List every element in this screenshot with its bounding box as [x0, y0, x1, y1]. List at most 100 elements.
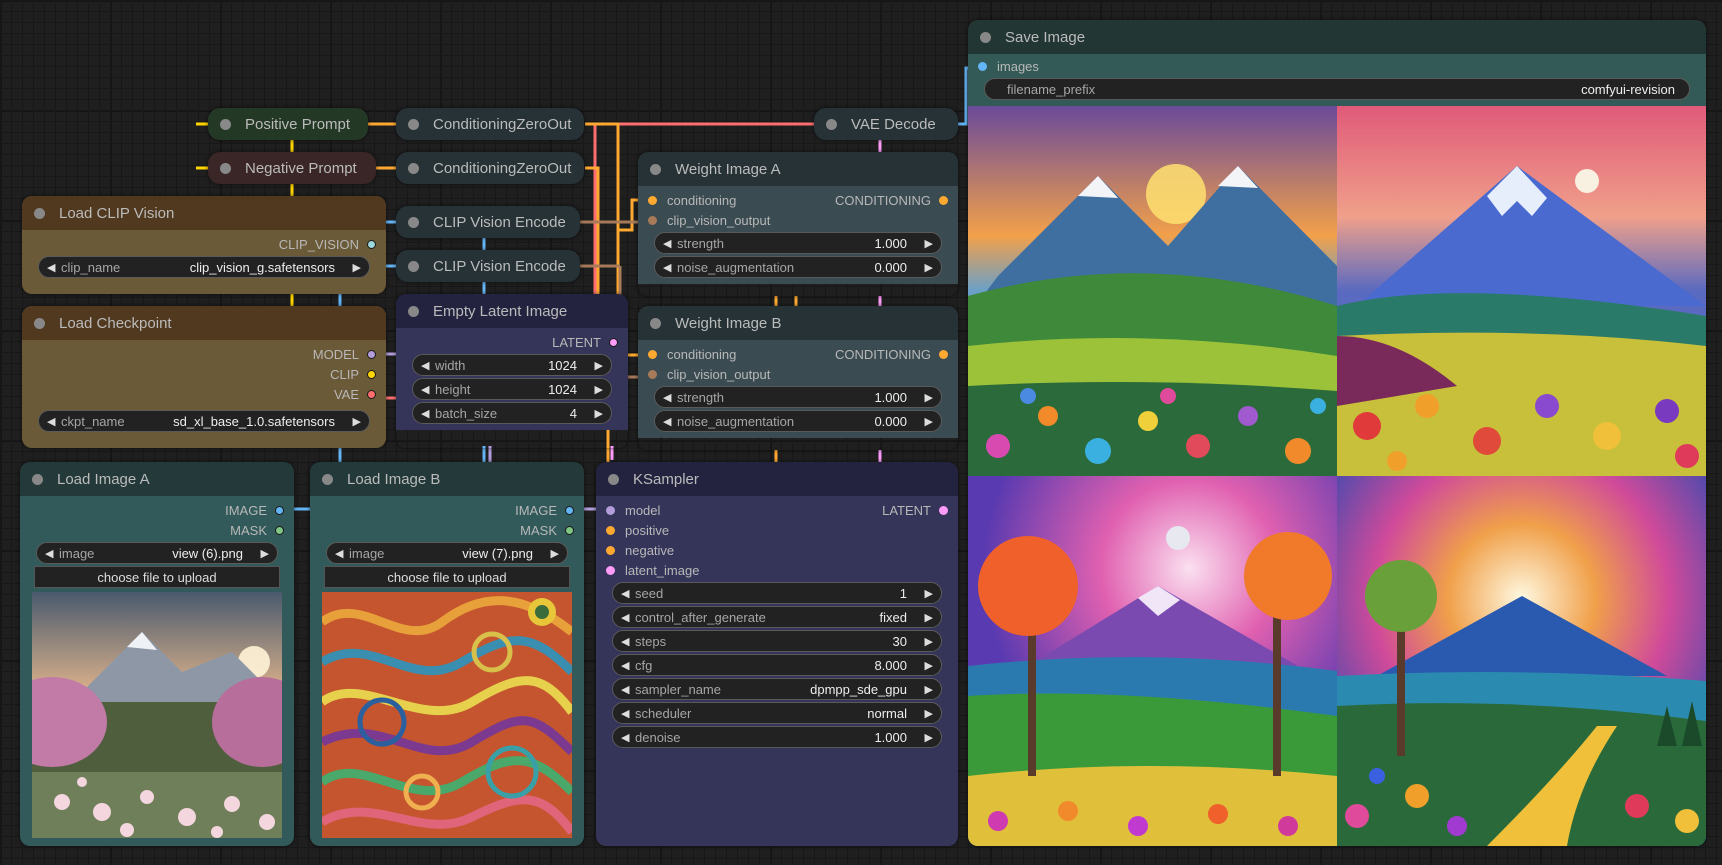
cfg-number[interactable]: ◀ cfg 8.000 ▶ [612, 654, 942, 676]
load-image-b-node[interactable]: Load Image B IMAGE MASK ◀ image view (7)… [310, 462, 584, 846]
arrow-left-icon[interactable]: ◀ [663, 415, 677, 428]
node-header[interactable]: Empty Latent Image [396, 294, 628, 328]
scheduler-combo[interactable]: ◀ scheduler normal ▶ [612, 702, 942, 724]
arrow-left-icon[interactable]: ◀ [621, 587, 635, 600]
slot-dot[interactable] [275, 525, 284, 535]
arrow-left-icon[interactable]: ◀ [663, 391, 677, 404]
save-image-node[interactable]: Save Image images filename_prefix comfyu… [968, 20, 1706, 846]
input-slot-conditioning[interactable]: conditioning CONDITIONING [638, 344, 958, 364]
arrow-left-icon[interactable]: ◀ [621, 683, 635, 696]
output-slot-latent[interactable]: LATENT [396, 332, 628, 352]
input-slot-images[interactable]: images [968, 56, 1706, 76]
arrow-left-icon[interactable]: ◀ [421, 407, 435, 420]
batch-size-number[interactable]: ◀ batch_size 4 ▶ [412, 402, 612, 424]
arrow-right-icon[interactable]: ▶ [545, 547, 559, 560]
slot-dot[interactable] [648, 195, 657, 205]
output-slot-model[interactable]: MODEL [22, 344, 386, 364]
input-slot-conditioning[interactable]: conditioning CONDITIONING [638, 190, 958, 210]
arrow-left-icon[interactable]: ◀ [621, 611, 635, 624]
arrow-right-icon[interactable]: ▶ [919, 659, 933, 672]
conditioning-zero-out-node-2[interactable]: ConditioningZeroOut [396, 152, 584, 184]
slot-dot[interactable] [367, 349, 376, 359]
arrow-right-icon[interactable]: ▶ [919, 635, 933, 648]
arrow-left-icon[interactable]: ◀ [421, 359, 435, 372]
node-header[interactable]: Weight Image A [638, 152, 958, 186]
negative-prompt-node[interactable]: Negative Prompt [208, 152, 376, 184]
image-combo[interactable]: ◀ image view (7).png ▶ [326, 542, 568, 564]
noise-augmentation-number[interactable]: ◀ noise_augmentation 0.000 ▶ [654, 410, 942, 432]
slot-dot[interactable] [648, 369, 657, 379]
positive-prompt-node[interactable]: Positive Prompt [208, 108, 368, 140]
output-image-2[interactable] [1337, 106, 1706, 476]
arrow-right-icon[interactable]: ▶ [919, 415, 933, 428]
arrow-left-icon[interactable]: ◀ [621, 707, 635, 720]
slot-dot[interactable] [606, 565, 615, 575]
filename-prefix-input[interactable]: filename_prefix comfyui-revision [984, 78, 1690, 100]
noise-augmentation-number[interactable]: ◀ noise_augmentation 0.000 ▶ [654, 256, 942, 278]
arrow-right-icon[interactable]: ▶ [589, 407, 603, 420]
slot-dot[interactable] [939, 349, 948, 359]
arrow-right-icon[interactable]: ▶ [919, 261, 933, 274]
slot-dot[interactable] [939, 195, 948, 205]
strength-number[interactable]: ◀ strength 1.000 ▶ [654, 232, 942, 254]
arrow-left-icon[interactable]: ◀ [621, 635, 635, 648]
node-header[interactable]: Weight Image B [638, 306, 958, 340]
arrow-left-icon[interactable]: ◀ [47, 261, 61, 274]
vae-decode-node[interactable]: VAE Decode [814, 108, 958, 140]
output-slot-vae[interactable]: VAE [22, 384, 386, 404]
width-number[interactable]: ◀ width 1024 ▶ [412, 354, 612, 376]
weight-image-b-node[interactable]: Weight Image B conditioning CONDITIONING… [638, 306, 958, 450]
slot-dot[interactable] [648, 349, 657, 359]
arrow-left-icon[interactable]: ◀ [421, 383, 435, 396]
output-image-3[interactable] [968, 476, 1337, 846]
arrow-left-icon[interactable]: ◀ [663, 237, 677, 250]
output-slot-clip[interactable]: CLIP [22, 364, 386, 384]
image-combo[interactable]: ◀ image view (6).png ▶ [36, 542, 278, 564]
node-header[interactable]: Load CLIP Vision [22, 196, 386, 230]
arrow-right-icon[interactable]: ▶ [919, 237, 933, 250]
height-number[interactable]: ◀ height 1024 ▶ [412, 378, 612, 400]
node-header[interactable]: Load Checkpoint [22, 306, 386, 340]
output-image-1[interactable] [968, 106, 1337, 476]
steps-number[interactable]: ◀ steps 30 ▶ [612, 630, 942, 652]
input-slot-model[interactable]: model LATENT [596, 500, 958, 520]
clip-vision-encode-node-2[interactable]: CLIP Vision Encode [396, 250, 580, 282]
slot-dot[interactable] [648, 215, 657, 225]
node-header[interactable]: Load Image A [20, 462, 294, 496]
slot-dot[interactable] [606, 545, 615, 555]
sampler-name-combo[interactable]: ◀ sampler_name dpmpp_sde_gpu ▶ [612, 678, 942, 700]
node-header[interactable]: Save Image [968, 20, 1706, 54]
arrow-right-icon[interactable]: ▶ [589, 359, 603, 372]
clip-vision-encode-node-1[interactable]: CLIP Vision Encode [396, 206, 580, 238]
conditioning-zero-out-node-1[interactable]: ConditioningZeroOut [396, 108, 584, 140]
arrow-left-icon[interactable]: ◀ [47, 415, 61, 428]
slot-dot[interactable] [565, 525, 574, 535]
control-after-generate-combo[interactable]: ◀ control_after_generate fixed ▶ [612, 606, 942, 628]
arrow-left-icon[interactable]: ◀ [335, 547, 349, 560]
load-image-a-node[interactable]: Load Image A IMAGE MASK ◀ image view (6)… [20, 462, 294, 846]
arrow-right-icon[interactable]: ▶ [919, 707, 933, 720]
output-slot-clip-vision[interactable]: CLIP_VISION [22, 234, 386, 254]
output-slot-mask[interactable]: MASK [20, 520, 294, 540]
input-slot-positive[interactable]: positive [596, 520, 958, 540]
clip-name-combo[interactable]: ◀ clip_name clip_vision_g.safetensors ▶ [38, 256, 370, 278]
slot-dot[interactable] [367, 239, 376, 249]
arrow-right-icon[interactable]: ▶ [919, 587, 933, 600]
input-slot-negative[interactable]: negative [596, 540, 958, 560]
load-clip-vision-node[interactable]: Load CLIP Vision CLIP_VISION ◀ clip_name… [22, 196, 386, 294]
arrow-right-icon[interactable]: ▶ [919, 611, 933, 624]
slot-dot[interactable] [609, 337, 618, 347]
arrow-left-icon[interactable]: ◀ [663, 261, 677, 274]
input-slot-clip-vision-output[interactable]: clip_vision_output [638, 364, 958, 384]
input-slot-latent-image[interactable]: latent_image [596, 560, 958, 580]
output-image-4[interactable] [1337, 476, 1706, 846]
arrow-right-icon[interactable]: ▶ [589, 383, 603, 396]
slot-dot[interactable] [606, 505, 615, 515]
slot-dot[interactable] [367, 389, 376, 399]
slot-dot[interactable] [939, 505, 948, 515]
denoise-number[interactable]: ◀ denoise 1.000 ▶ [612, 726, 942, 748]
ckpt-name-combo[interactable]: ◀ ckpt_name sd_xl_base_1.0.safetensors ▶ [38, 410, 370, 432]
load-checkpoint-node[interactable]: Load Checkpoint MODEL CLIP VAE ◀ ckpt_na… [22, 306, 386, 448]
arrow-right-icon[interactable]: ▶ [919, 391, 933, 404]
slot-dot[interactable] [367, 369, 376, 379]
